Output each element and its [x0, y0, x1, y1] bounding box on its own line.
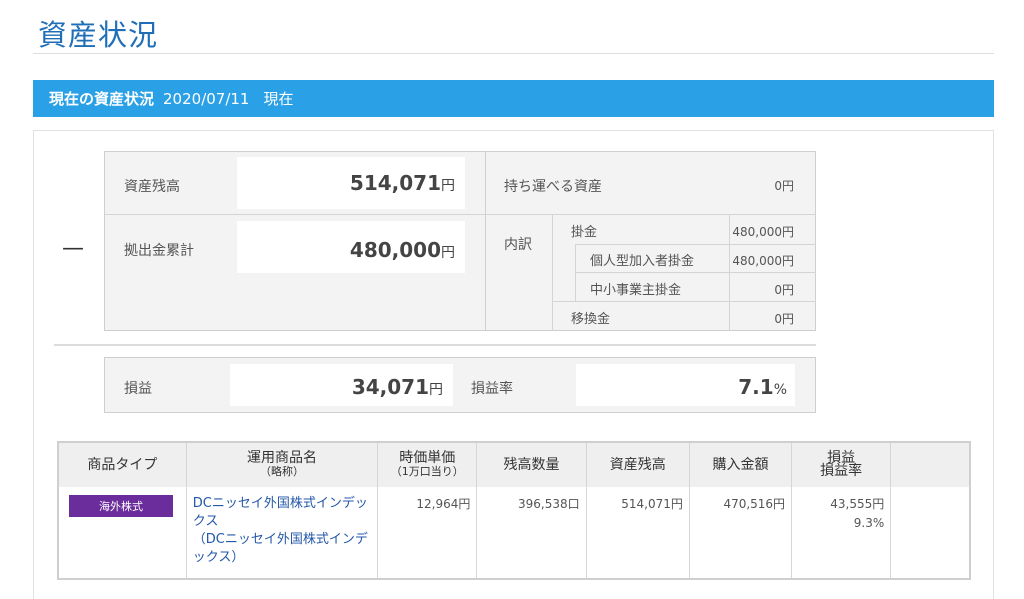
breakdown-item-value: 0円 [774, 283, 794, 297]
cell-name: DCニッセイ外国株式インデックス （DCニッセイ外国株式インデックス） [185, 487, 378, 579]
breakdown-sub-vline [575, 244, 576, 301]
cell-pl: 43,555円 9.3% [791, 487, 891, 579]
fund-name-link[interactable]: DCニッセイ外国株式インデックス [193, 495, 371, 531]
cell-balance: 514,071円 [585, 487, 690, 579]
breakdown-item-label: 移換金 [571, 312, 611, 327]
contribution-total-label: 拠出金累計 [124, 243, 194, 259]
portable-divider [486, 214, 816, 215]
breakdown-item-value: 0円 [774, 312, 794, 326]
breakdown-hline-3 [553, 301, 816, 302]
portable-assets-value: 0円 [774, 179, 794, 193]
col-header-type: 商品タイプ [58, 442, 187, 487]
title-divider [33, 53, 994, 54]
asset-balance-value: 514,071円 [237, 157, 465, 209]
section-divider [54, 344, 816, 346]
summary-row-divider [105, 214, 485, 215]
fund-abbr-link[interactable]: （DCニッセイ外国株式インデックス） [193, 531, 371, 567]
col-header-quantity: 残高数量 [476, 442, 587, 487]
table-header-row: 商品タイプ 運用商品名 （略称） 時価単価 （1万口当り） 残高数量 資産残高 購入… [58, 442, 970, 487]
breakdown-vline [552, 215, 553, 331]
cell-empty [890, 487, 970, 579]
profit-rate-value: 7.1% [576, 364, 795, 406]
breakdown-hline-2 [575, 272, 816, 273]
cell-purchase: 470,516円 [688, 487, 792, 579]
collapse-toggle-icon[interactable]: — [62, 236, 84, 261]
contribution-total-value: 480,000円 [237, 221, 465, 273]
holdings-table: 商品タイプ 運用商品名 （略称） 時価単価 （1万口当り） 残高数量 資産残高 購入… [57, 441, 971, 580]
breakdown-item-value: 480,000円 [732, 254, 794, 268]
breakdown-label: 内訳 [504, 237, 532, 253]
cell-quantity: 396,538口 [476, 487, 587, 579]
col-header-purchase: 購入金額 [688, 442, 792, 487]
product-type-badge: 海外株式 [69, 495, 173, 517]
profit-label: 損益 [124, 381, 152, 397]
breakdown-item-value: 480,000円 [732, 225, 794, 239]
section-header-bar: 現在の資産状況 2020/07/11 現在 [33, 80, 994, 117]
breakdown-item-label: 中小事業主掛金 [590, 283, 682, 298]
col-header-pl: 損益 損益率 [791, 442, 891, 487]
col-header-price: 時価単価 （1万口当り） [377, 442, 477, 487]
col-header-empty [890, 442, 970, 487]
breakdown-hline-1 [575, 244, 816, 245]
as-of-date: 2020/07/11 [163, 89, 250, 108]
breakdown-item-label: 掛金 [571, 225, 598, 240]
section-title: 現在の資産状況 [49, 90, 155, 108]
profit-value: 34,071円 [230, 364, 453, 406]
breakdown-item-label: 個人型加入者掛金 [590, 254, 695, 269]
profit-rate-label: 損益率 [471, 381, 513, 397]
asset-balance-label: 資産残高 [124, 179, 180, 195]
page-title: 資産状況 [38, 18, 159, 52]
as-of-suffix: 現在 [263, 90, 294, 108]
col-header-balance: 資産残高 [585, 442, 690, 487]
portable-assets-label: 持ち運べる資産 [504, 179, 602, 195]
table-row: 海外株式 DCニッセイ外国株式インデックス （DCニッセイ外国株式インデックス）… [58, 487, 970, 579]
cell-price: 12,964円 [377, 487, 477, 579]
cell-type: 海外株式 [58, 487, 186, 579]
col-header-name: 運用商品名 （略称） [185, 442, 378, 487]
